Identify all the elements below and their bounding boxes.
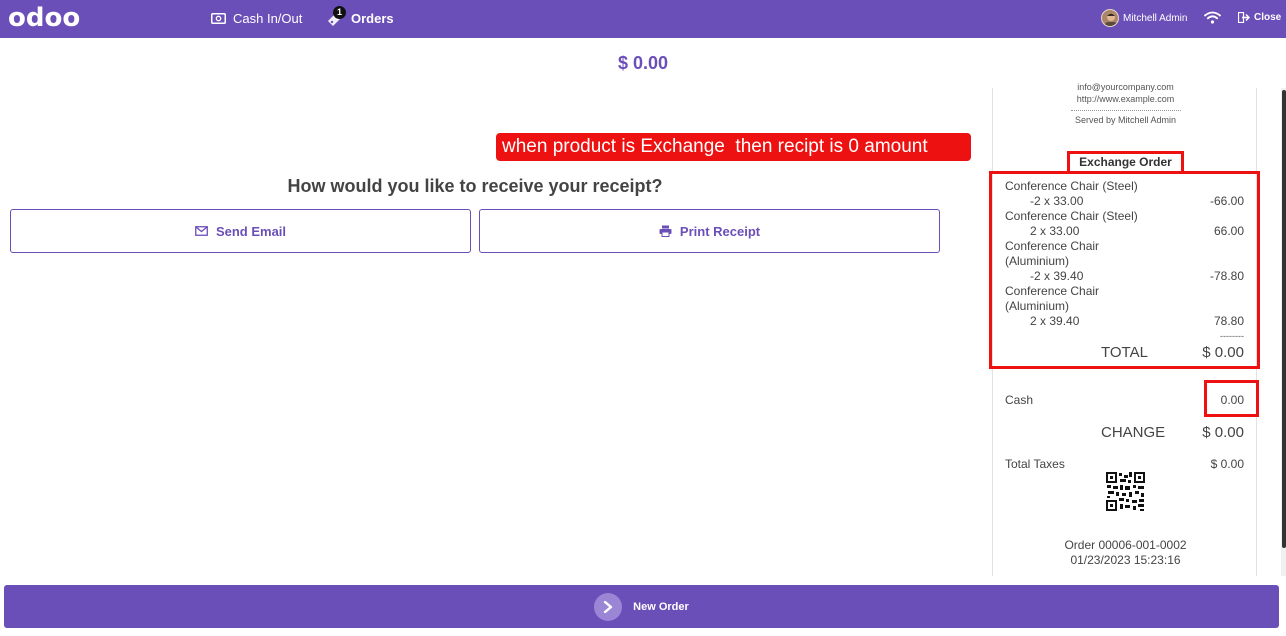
order-line-qty: -2 x 39.40 <box>1030 269 1084 283</box>
total-label: TOTAL <box>1101 344 1148 361</box>
receipt-question: How would you like to receive your recei… <box>287 176 663 196</box>
avatar <box>1101 9 1119 27</box>
qr-code-icon <box>1105 471 1146 512</box>
order-line-name: Conference Chair <box>1005 239 1100 253</box>
order-date: 01/23/2023 15:23:16 <box>1070 553 1181 567</box>
order-line-qty: -2 x 33.00 <box>1030 194 1084 208</box>
cash-icon <box>211 13 226 24</box>
order-line-name: Conference Chair (Steel) <box>1005 209 1138 223</box>
print-receipt-button[interactable]: Print Receipt <box>479 209 940 253</box>
cash-in-out-button[interactable]: Cash In/Out <box>211 11 302 26</box>
cash-in-out-label: Cash In/Out <box>233 11 303 26</box>
top-bar: odoo Cash In/Out Orders 1 Mitchell Admin <box>0 0 1286 38</box>
receipt-preview: info@yourcompany.com http://www.example.… <box>989 82 1260 576</box>
envelope-icon <box>195 226 208 236</box>
amount-due: $ 0.00 <box>617 53 669 73</box>
company-email: info@yourcompany.com <box>1077 82 1174 92</box>
user-menu[interactable]: Mitchell Admin <box>1101 9 1187 27</box>
total-value: $ 0.00 <box>1202 344 1244 361</box>
cash-value: 0.00 <box>1220 393 1244 407</box>
total-taxes-value: $ 0.00 <box>1210 457 1244 471</box>
send-email-label: Send Email <box>215 223 287 239</box>
chevron-right-icon <box>594 592 623 621</box>
change-label: CHANGE <box>1101 424 1166 441</box>
order-line-price: -66.00 <box>1209 194 1244 208</box>
wifi-icon[interactable] <box>1204 11 1221 29</box>
company-website: http://www.example.com <box>1076 94 1175 104</box>
cash-label: Cash <box>1005 393 1034 407</box>
new-order-label: New Order <box>633 600 689 613</box>
print-receipt-label: Print Receipt <box>679 223 761 239</box>
served-by: Served by Mitchell Admin <box>1074 115 1177 125</box>
order-line-qty: 2 x 33.00 <box>1030 224 1080 238</box>
annotation-banner: when product is Exchange then recipt is … <box>496 133 971 161</box>
orders-count-badge: 1 <box>333 6 346 19</box>
total-taxes-label: Total Taxes <box>1005 457 1065 471</box>
send-email-button[interactable]: Send Email <box>10 209 471 253</box>
order-reference: Order 00006-001-0002 01/23/2023 15:23:16 <box>993 538 1258 568</box>
order-line-qty: 2 x 39.40 <box>1030 314 1080 328</box>
change-value: $ 0.00 <box>1202 424 1244 441</box>
odoo-logo: odoo <box>8 3 81 33</box>
receipt-divider <box>1071 110 1181 111</box>
order-line-name-cont: (Aluminium) <box>1005 254 1070 268</box>
printer-icon <box>659 225 672 237</box>
order-line-price: -78.80 <box>1209 269 1244 283</box>
close-label: Close <box>1254 12 1282 23</box>
order-line-name: Conference Chair (Steel) <box>1005 179 1138 193</box>
sign-out-icon <box>1238 12 1250 23</box>
order-line-price: 66.00 <box>1213 224 1244 238</box>
new-order-button[interactable]: New Order <box>4 585 1279 628</box>
order-line-name: Conference Chair <box>1005 284 1100 298</box>
user-name: Mitchell Admin <box>1123 12 1188 24</box>
order-line-price: 78.80 <box>1213 314 1244 328</box>
receipt-scroll-thumb[interactable] <box>1282 90 1286 548</box>
close-button[interactable]: Close <box>1238 12 1281 23</box>
total-divider: -------- <box>1220 331 1244 341</box>
order-line-name-cont: (Aluminium) <box>1005 299 1070 313</box>
orders-label: Orders <box>351 11 394 26</box>
order-number: Order 00006-001-0002 <box>1064 538 1187 552</box>
